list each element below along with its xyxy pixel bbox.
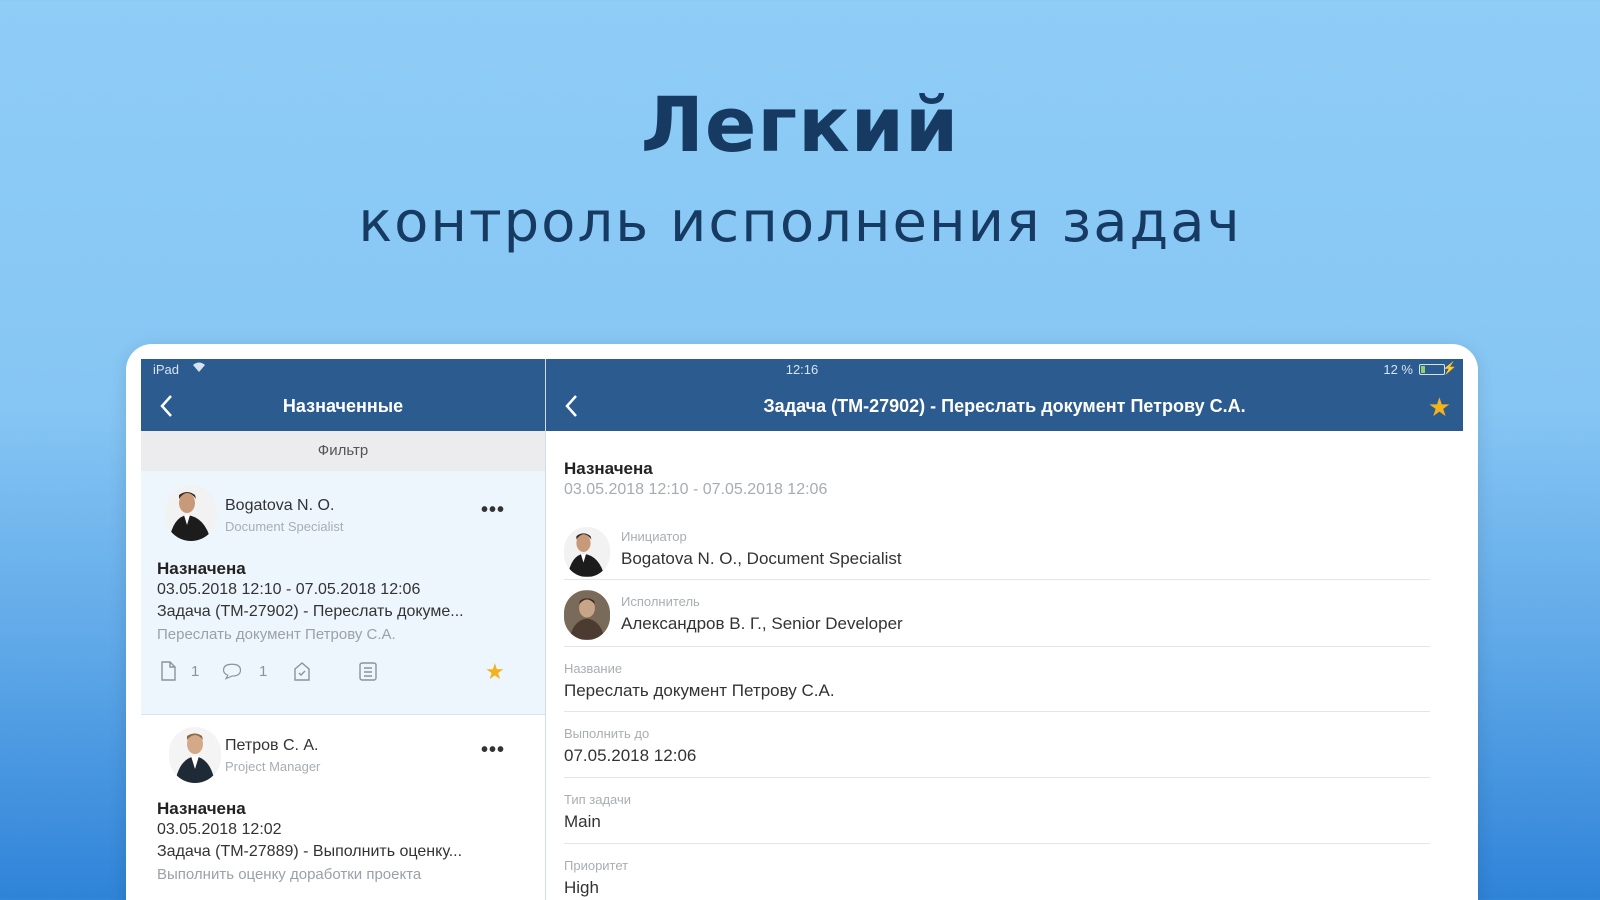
field-label: Тип задачи [564, 792, 632, 807]
task-detail-panel: Назначена 03.05.2018 12:10 - 07.05.2018 … [546, 431, 1463, 900]
field-label: Приоритет [564, 858, 629, 873]
task-description: Переслать документ Петрову С.А. [157, 626, 396, 643]
filter-button[interactable]: Фильтр [141, 431, 545, 471]
task-card[interactable]: Bogatova N. O. Document Specialist ••• Н… [141, 471, 545, 714]
detail-status: Назначена [564, 459, 653, 478]
field-value: Александров В. Г., Senior Developer [621, 614, 903, 633]
more-icon[interactable]: ••• [481, 499, 505, 522]
task-title: Задача (TM-27902) - Переслать докуме... [157, 603, 464, 620]
more-icon[interactable]: ••• [481, 739, 505, 762]
avatar [564, 590, 610, 640]
task-status: Назначена [157, 799, 246, 818]
field-priority[interactable]: Приоритет High [564, 844, 1430, 900]
task-description: Выполнить оценку доработки проекта [157, 866, 422, 883]
field-label: Исполнитель [621, 594, 700, 609]
detail-dates: 03.05.2018 12:10 - 07.05.2018 12:06 [564, 481, 828, 498]
left-pane-title: Назначенные [282, 396, 404, 416]
right-navbar: Задача (TM-27902) - Переслать документ П… [546, 381, 1463, 431]
favorite-star-icon[interactable]: ★ [1428, 392, 1451, 423]
task-author-role: Document Specialist [225, 519, 344, 534]
avatar [169, 727, 221, 783]
promo-subheadline: контроль исполнения задач [358, 190, 1242, 255]
document-icon[interactable] [157, 659, 179, 687]
task-author-role: Project Manager [225, 759, 321, 774]
file-list-icon[interactable] [357, 659, 379, 687]
status-time: 12:16 [785, 362, 819, 377]
field-value: Переслать документ Петрову С.А. [564, 681, 835, 700]
field-task-type[interactable]: Тип задачи Main [564, 778, 1430, 844]
favorite-star-icon[interactable]: ★ [485, 659, 505, 685]
attachments-count: 1 [191, 663, 200, 680]
field-value: Bogatova N. O., Document Specialist [621, 549, 902, 568]
task-status: Назначена [157, 559, 246, 578]
field-name[interactable]: Название Переслать документ Петрову С.А. [564, 647, 1430, 712]
field-value: Main [564, 812, 601, 831]
task-list: Bogatova N. O. Document Specialist ••• Н… [141, 471, 545, 900]
field-value: High [564, 878, 599, 897]
field-label: Выполнить до [564, 726, 650, 741]
task-detail-title: Задача (TM-27902) - Переслать документ П… [763, 396, 1246, 416]
field-initiator[interactable]: Инициатор Bogatova N. O., Document Speci… [564, 519, 1430, 580]
field-label: Название [564, 661, 623, 676]
task-title: Задача (TM-27889) - Выполнить оценку... [157, 843, 463, 860]
comment-icon[interactable] [221, 659, 243, 687]
task-dates: 03.05.2018 12:02 [157, 821, 282, 838]
checklist-icon[interactable] [291, 659, 313, 687]
field-label: Инициатор [621, 529, 687, 544]
avatar [165, 485, 217, 541]
comments-count: 1 [259, 663, 268, 680]
task-card[interactable]: Петров С. А. Project Manager ••• Назначе… [141, 714, 545, 900]
task-author-name: Bogatova N. O. [225, 497, 335, 514]
status-bar: iPad 12:16 12 % ⚡ [141, 359, 1463, 381]
charging-icon: ⚡ [1442, 361, 1457, 375]
field-value: 07.05.2018 12:06 [564, 746, 697, 765]
left-navbar: Назначенные [141, 381, 545, 431]
tablet-screen: iPad 12:16 12 % ⚡ Назначенные Задача (TM… [141, 359, 1463, 900]
promo-headline: Легкий [640, 80, 960, 169]
task-actions: 1 1 ★ [157, 659, 517, 685]
field-executor[interactable]: Исполнитель Александров В. Г., Senior De… [564, 580, 1430, 647]
avatar [564, 527, 610, 577]
task-author-name: Петров С. А. [225, 737, 319, 754]
field-due-date[interactable]: Выполнить до 07.05.2018 12:06 [564, 712, 1430, 778]
task-dates: 03.05.2018 12:10 - 07.05.2018 12:06 [157, 581, 421, 598]
battery-percent: 12 % [1383, 362, 1413, 377]
